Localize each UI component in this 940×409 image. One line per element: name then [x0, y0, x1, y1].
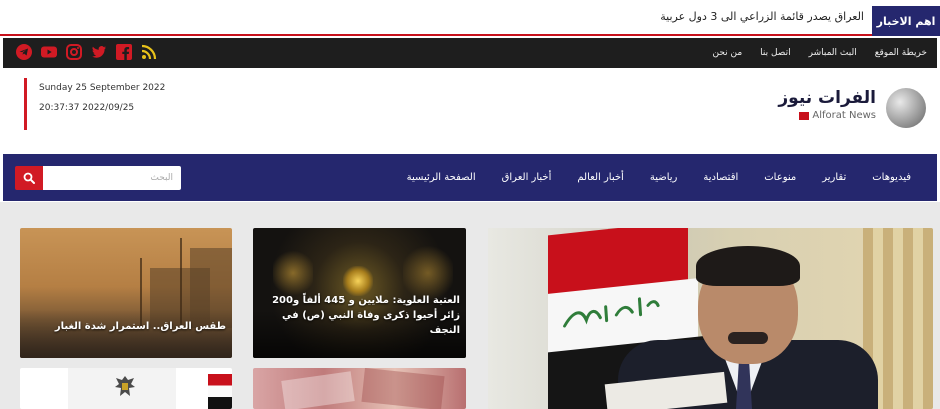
- nav-iraq-news[interactable]: أخبار العراق: [502, 172, 552, 183]
- current-date: Sunday 25 September 2022: [39, 83, 166, 93]
- iraq-flag-image: [208, 374, 232, 409]
- nav-reports[interactable]: تقارير: [822, 172, 846, 183]
- instagram-icon[interactable]: [66, 44, 82, 60]
- site-logo[interactable]: الفرات نيوز Alforat News: [768, 84, 928, 130]
- top-bar: من نحن اتصل بنا البث المباشر خريطة الموق…: [3, 38, 937, 68]
- top-link-about[interactable]: من نحن: [712, 48, 742, 58]
- nav-videos[interactable]: فيديوهات: [872, 172, 911, 183]
- main-nav-items: الصفحة الرئيسية أخبار العراق أخبار العال…: [407, 154, 911, 201]
- main-nav: الصفحة الرئيسية أخبار العراق أخبار العال…: [3, 154, 937, 201]
- search-input[interactable]: [43, 166, 181, 190]
- top-link-sitemap[interactable]: خريطة الموقع: [875, 48, 927, 58]
- hero-person-hair: [696, 246, 800, 286]
- breaking-news-bar: اهم الاخبار العراق يصدر قائمة الزراعي ال…: [0, 0, 940, 36]
- social-links: [16, 44, 157, 60]
- telegram-icon[interactable]: [16, 44, 32, 60]
- logo-english-row: Alforat News: [799, 110, 876, 121]
- nav-economy[interactable]: اقتصادية: [703, 172, 738, 183]
- card-image-light: [343, 266, 373, 296]
- article-title[interactable]: العتبة العلوية: ملايين و 445 ألفاً و200 …: [259, 293, 460, 338]
- globe-logo-icon: [886, 88, 926, 128]
- article-card-hero[interactable]: [488, 228, 933, 409]
- breaking-news-tag: اهم الاخبار: [872, 6, 940, 36]
- logo-arabic-text: الفرات نيوز: [778, 88, 876, 108]
- hero-person-mustache: [728, 332, 768, 344]
- article-card-currency[interactable]: [253, 368, 466, 409]
- site-header: Sunday 25 September 2022 20:37:37 2022/0…: [0, 68, 940, 154]
- top-links: من نحن اتصل بنا البث المباشر خريطة الموق…: [712, 38, 927, 68]
- article-card-shrine[interactable]: العتبة العلوية: ملايين و 445 ألفاً و200 …: [253, 228, 466, 358]
- search-icon: [23, 172, 35, 184]
- rss-icon[interactable]: [141, 44, 157, 60]
- nav-world-news[interactable]: أخبار العالم: [577, 172, 623, 183]
- youtube-icon[interactable]: [41, 44, 57, 60]
- nav-sports[interactable]: رياضية: [650, 172, 678, 183]
- facebook-icon[interactable]: [116, 44, 132, 60]
- card-image-overlay: [20, 310, 232, 358]
- article-card-weather[interactable]: طقس العراق.. استمرار شدة الغبار: [20, 228, 232, 358]
- card-image-banknote: [361, 368, 445, 409]
- twitter-icon[interactable]: [91, 44, 107, 60]
- article-card-emblem[interactable]: [20, 368, 232, 409]
- nav-home[interactable]: الصفحة الرئيسية: [407, 172, 476, 183]
- top-link-contact[interactable]: اتصل بنا: [760, 48, 790, 58]
- nav-misc[interactable]: منوعات: [764, 172, 796, 183]
- card-image-light: [273, 248, 313, 298]
- eagle-emblem-icon: [115, 376, 135, 396]
- search-button[interactable]: [15, 166, 43, 190]
- date-block: Sunday 25 September 2022 20:37:37 2022/0…: [24, 78, 165, 130]
- logo-english-text: Alforat News: [812, 110, 876, 121]
- search-box: [15, 166, 181, 190]
- card-image-banknote: [281, 371, 355, 409]
- article-title[interactable]: طقس العراق.. استمرار شدة الغبار: [26, 319, 226, 334]
- top-link-live[interactable]: البث المباشر: [809, 48, 857, 58]
- breaking-news-headline[interactable]: العراق يصدر قائمة الزراعي الى 3 دول عربي…: [660, 10, 864, 23]
- current-time: 20:37:37 2022/09/25: [39, 103, 135, 113]
- logo-red-square-icon: [799, 111, 810, 120]
